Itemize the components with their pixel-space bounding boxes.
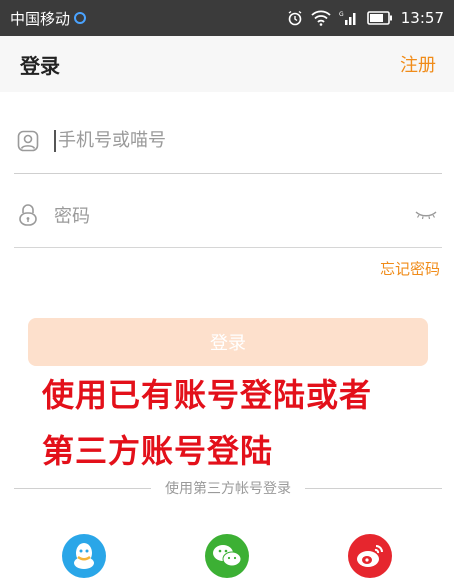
- qq-login-button[interactable]: [62, 534, 106, 578]
- wechat-icon: [213, 545, 242, 567]
- header: 登录 注册: [0, 36, 454, 92]
- user-icon: [14, 130, 42, 152]
- carrier-name: 中国移动: [10, 9, 71, 28]
- password-input[interactable]: 密码: [54, 202, 414, 228]
- svg-text:G: G: [339, 11, 344, 18]
- status-time: 13:57: [400, 9, 444, 27]
- carrier: 中国移动: [10, 8, 87, 29]
- divider-line-left: [14, 487, 151, 489]
- page-title: 登录: [20, 53, 60, 78]
- lock-icon: [14, 203, 42, 227]
- weibo-login-button[interactable]: [348, 534, 392, 578]
- forgot-password-link[interactable]: 忘记密码: [380, 258, 440, 279]
- account-input[interactable]: 手机号或喵号: [54, 129, 442, 152]
- wechat-login-button[interactable]: [205, 534, 249, 578]
- status-bar: 中国移动 G 13:57: [0, 0, 454, 36]
- password-row: 密码: [14, 182, 442, 248]
- wifi-icon: [311, 10, 331, 26]
- network-activity-icon: [74, 12, 87, 24]
- register-button[interactable]: 注册: [400, 51, 436, 77]
- weibo-icon: [357, 545, 383, 567]
- third-party-label: 使用第三方帐号登录: [165, 481, 291, 497]
- qq-icon: [74, 543, 94, 569]
- alarm-icon: [287, 10, 303, 26]
- annotation-line-1: 使用已有账号登陆或者: [42, 376, 373, 414]
- signal-icon: G: [339, 10, 359, 26]
- divider-line-right: [305, 487, 442, 489]
- eye-closed-icon[interactable]: [414, 205, 438, 224]
- battery-icon: [366, 11, 393, 25]
- login-button[interactable]: 登录: [28, 318, 428, 366]
- third-party-divider: 使用第三方帐号登录: [14, 478, 442, 498]
- status-icons: G 13:57: [287, 9, 444, 27]
- annotation-line-2: 第三方账号登陆: [42, 432, 274, 470]
- account-row: 手机号或喵号: [14, 108, 442, 174]
